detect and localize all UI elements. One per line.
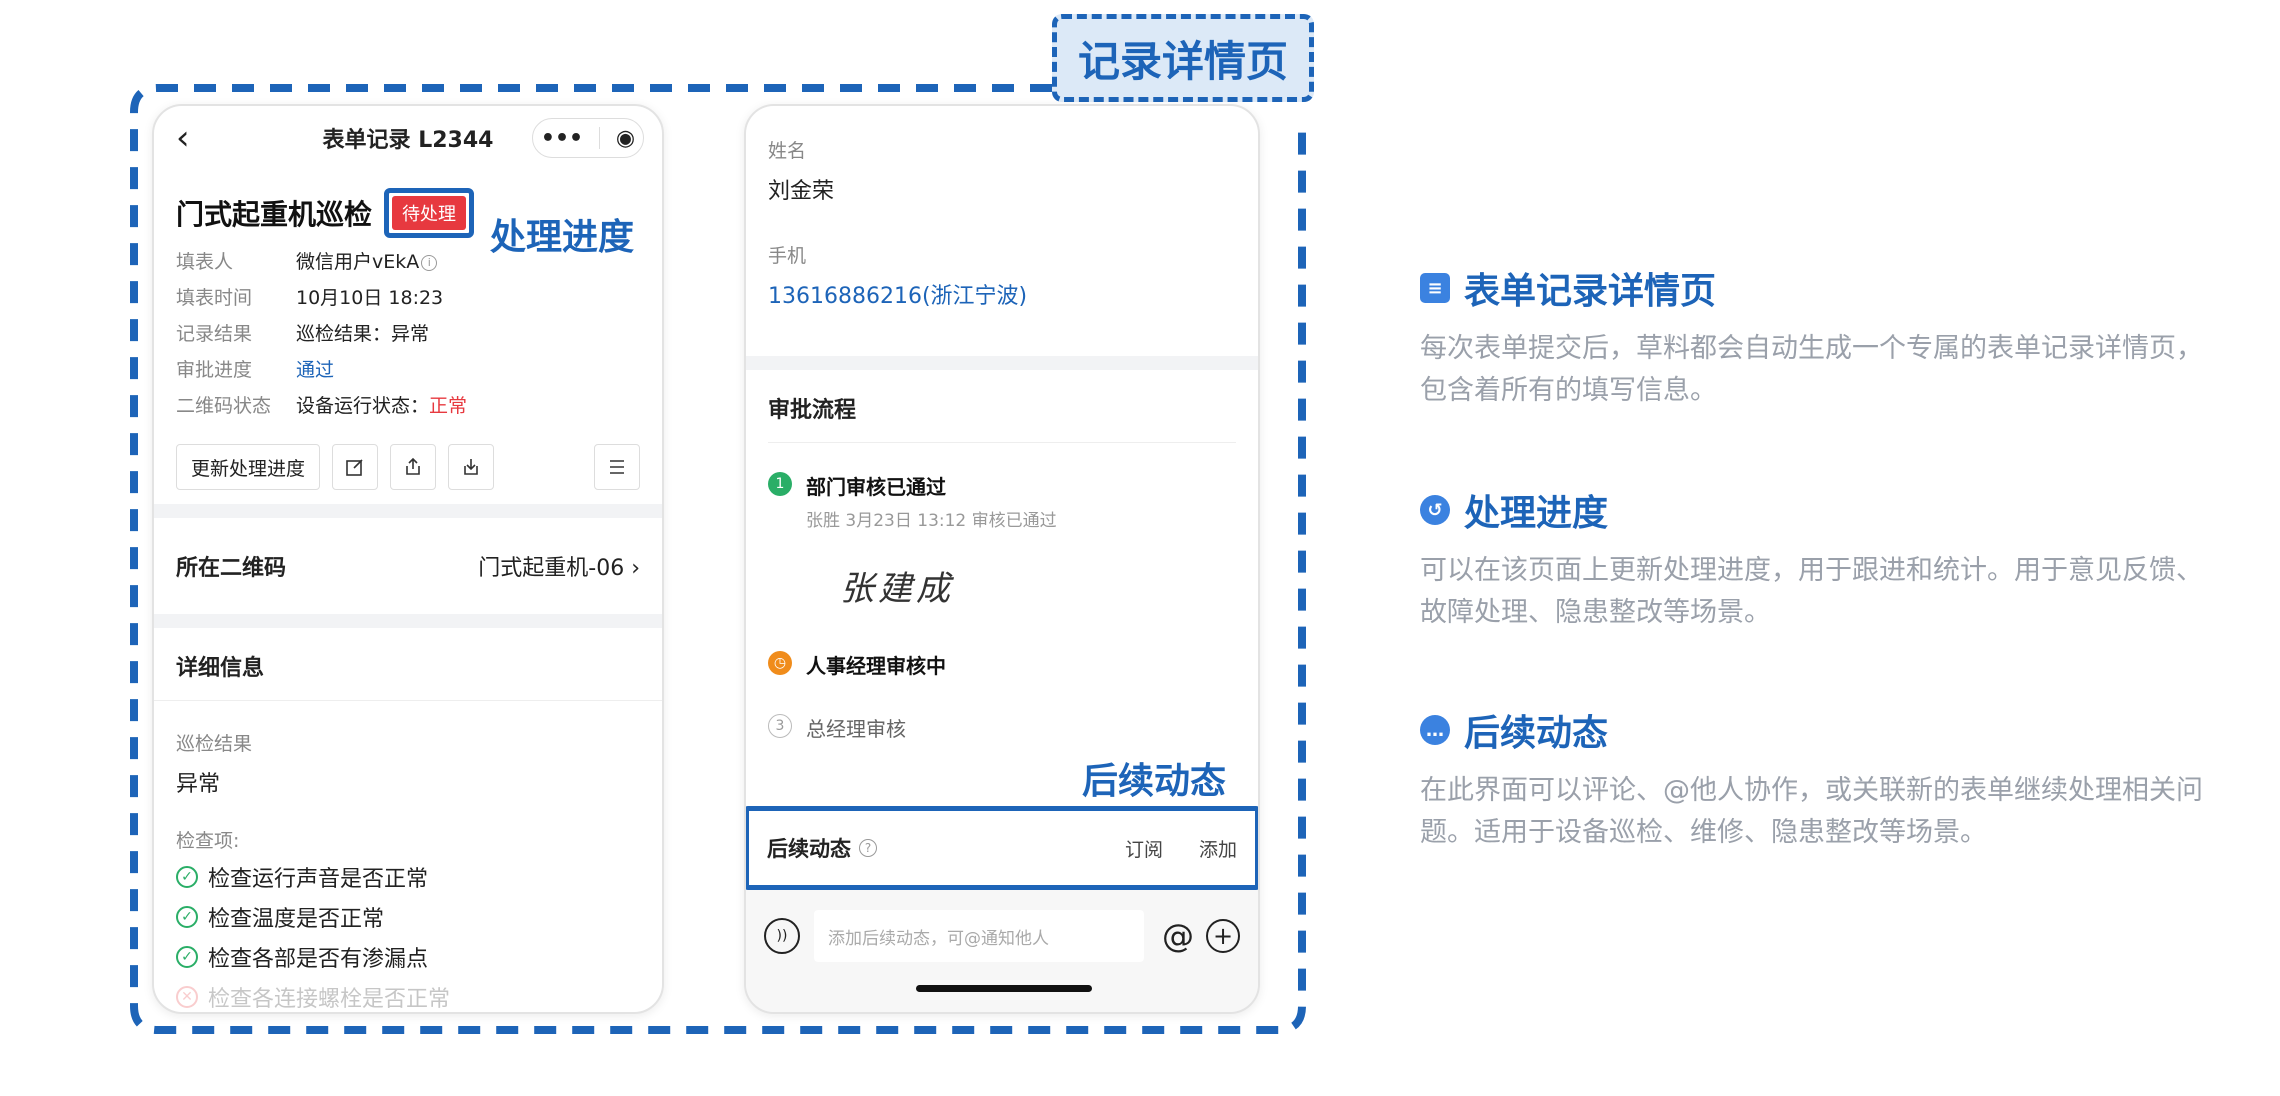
phone-label: 手机 [768, 245, 807, 267]
mention-icon[interactable]: @ [1162, 917, 1194, 955]
feature-follow-up: … 后续动态 在此界面可以评论、@他人协作，或关联新的表单继续处理相关问题。适用于… [1420, 704, 2220, 854]
step-name: 总经理审核 [806, 717, 906, 741]
field-label: 填表人 [176, 251, 234, 273]
detail-title: 详细信息 [154, 628, 662, 701]
subscribe-button[interactable]: 订阅 [1125, 835, 1163, 862]
flow-step-done: 1 部门审核已通过 张胜 3月23日 13:12 审核已通过 [768, 471, 1236, 531]
check-item: ✓ 检查温度是否正常 [154, 901, 662, 933]
form-icon: ≡ [1420, 273, 1450, 303]
history-icon: ↺ [1420, 495, 1450, 525]
detail-card: 详细信息 巡检结果 异常 检查项: ✓ 检查运行声音是否正常 ✓ 检查温度是否正常 … [154, 628, 662, 1012]
qr-status-value: 正常 [429, 395, 468, 417]
field-value: 设备运行状态：正常 [296, 394, 467, 418]
follow-callout: 后续动态 [1082, 761, 1227, 802]
step-name: 人事经理审核中 [806, 654, 946, 678]
field-label: 审批进度 [176, 359, 253, 381]
follow-label: 后续动态 [767, 837, 851, 861]
check-circle-icon: ✓ [176, 946, 198, 968]
flow-step-pending: 3 总经理审核 [768, 713, 1236, 742]
close-target-icon[interactable]: ◉ [616, 126, 635, 151]
feature-progress: ↺ 处理进度 可以在该页面上更新处理进度，用于跟进和统计。用于意见反馈、故障处理、… [1420, 484, 2220, 634]
inspect-value: 异常 [176, 772, 221, 797]
qr-status-text: 设备运行状态： [296, 395, 430, 417]
qr-code-row[interactable]: 所在二维码 门式起重机-06 › [154, 518, 662, 614]
feature-desc: 每次表单提交后，草料都会自动生成一个专属的表单记录详情页，包含着所有的填写信息。 [1420, 333, 2203, 406]
field-value: 微信用户vEkA i [296, 250, 438, 274]
home-indicator [916, 985, 1092, 992]
edit-icon[interactable] [332, 444, 379, 490]
field-qr-status: 二维码状态 设备运行状态：正常 [176, 394, 640, 418]
feature-desc: 在此界面可以评论、@他人协作，或关联新的表单继续处理相关问题。适用于设备巡检、维… [1420, 775, 2203, 848]
capsule-divider [598, 127, 600, 149]
step-number-icon: 1 [768, 472, 792, 496]
field-label: 记录结果 [176, 323, 253, 345]
step-sub: 张胜 3月23日 13:12 审核已通过 [806, 511, 1057, 531]
comment-input[interactable]: 添加后续动态，可@通知他人 [814, 910, 1144, 962]
record-phone-screen-2: 姓名 刘金荣 手机 13616886216(浙江宁波) 审批流程 1 部门审核已… [744, 104, 1260, 1014]
approval-flow-card: 审批流程 1 部门审核已通过 张胜 3月23日 13:12 审核已通过 张建成 … [746, 370, 1258, 806]
name-value: 刘金荣 [768, 179, 835, 204]
name-label: 姓名 [768, 140, 807, 162]
flow-title: 审批流程 [768, 370, 1236, 443]
cross-circle-icon: ✕ [176, 986, 198, 1008]
signature-image: 张建成 [840, 569, 954, 609]
mini-program-capsule: ••• ◉ [532, 118, 644, 158]
feature-title: 处理进度 [1464, 493, 1609, 534]
feature-title: 表单记录详情页 [1464, 271, 1717, 312]
progress-callout: 处理进度 [490, 217, 635, 258]
check-item: ✓ 检查各部是否有渗漏点 [154, 941, 662, 973]
follow-up-bar: 后续动态 ? 订阅 添加 [746, 806, 1258, 890]
info-icon[interactable]: i [421, 255, 438, 271]
help-icon[interactable]: ? [859, 839, 877, 857]
check-label: 检查项: [176, 830, 240, 852]
field-approval: 审批进度 通过 [176, 358, 640, 382]
share-icon[interactable] [390, 444, 437, 490]
feature-title: 后续动态 [1464, 713, 1609, 754]
update-progress-button[interactable]: 更新处理进度 [176, 444, 321, 490]
status-badge[interactable]: 待处理 [392, 196, 467, 230]
check-circle-icon: ✓ [176, 906, 198, 928]
qr-label: 所在二维码 [176, 556, 287, 581]
check-text: 检查各连接螺栓是否正常 [208, 987, 451, 1012]
check-circle-icon: ✓ [176, 866, 198, 888]
chat-icon: … [1420, 715, 1450, 745]
action-toolbar: 更新处理进度 [176, 444, 640, 490]
status-badge-highlight: 待处理 [384, 188, 475, 238]
field-value: 10月10日 18:23 [296, 287, 444, 309]
field-result: 记录结果 巡检结果：异常 [176, 322, 640, 346]
check-item: ✓ 检查运行声音是否正常 [154, 861, 662, 893]
record-title: 门式起重机巡检 [176, 198, 373, 231]
field-value: 巡检结果：异常 [296, 323, 430, 345]
step-number-icon: 3 [768, 714, 792, 738]
more-icon[interactable]: ••• [541, 126, 583, 151]
voice-icon[interactable]: )) [764, 918, 800, 954]
comment-input-bar: )) 添加后续动态，可@通知他人 @ + [746, 890, 1258, 1012]
inspect-label: 巡检结果 [176, 733, 253, 755]
menu-icon[interactable] [594, 444, 640, 490]
record-header-card: ‹ 表单记录 L2344 ••• ◉ 门式起重机巡检 待处理 填表人 微信用户v… [154, 106, 662, 504]
field-fill-time: 填表时间 10月10日 18:23 [176, 286, 640, 310]
check-text: 检查温度是否正常 [208, 907, 385, 932]
feature-record-detail: ≡ 表单记录详情页 每次表单提交后，草料都会自动生成一个专属的表单记录详情页，包含… [1420, 262, 2220, 412]
check-text: 检查各部是否有渗漏点 [208, 947, 429, 972]
download-icon[interactable] [448, 444, 495, 490]
field-label: 二维码状态 [176, 395, 272, 417]
frame-title: 记录详情页 [1052, 14, 1314, 102]
check-item: ✕ 检查各连接螺栓是否正常 [154, 981, 662, 1012]
phone-link[interactable]: 13616886216(浙江宁波) [746, 278, 1258, 310]
filler-name: 微信用户vEkA [296, 251, 420, 273]
field-label: 填表时间 [176, 287, 253, 309]
clock-icon: ◷ [768, 651, 792, 675]
plus-icon[interactable]: + [1206, 919, 1240, 953]
flow-step-active: ◷ 人事经理审核中 [768, 650, 1236, 679]
step-name: 部门审核已通过 [806, 475, 946, 499]
add-button[interactable]: 添加 [1199, 835, 1237, 862]
approval-link[interactable]: 通过 [296, 358, 334, 382]
contact-card: 姓名 刘金荣 手机 13616886216(浙江宁波) [746, 106, 1258, 356]
feature-desc: 可以在该页面上更新处理进度，用于跟进和统计。用于意见反馈、故障处理、隐患整改等场… [1420, 555, 2203, 628]
check-text: 检查运行声音是否正常 [208, 867, 429, 892]
qr-value: 门式起重机-06 › [478, 556, 640, 581]
nav-bar: ‹ 表单记录 L2344 ••• ◉ [154, 106, 662, 170]
back-chevron-icon[interactable]: ‹ [176, 118, 206, 158]
